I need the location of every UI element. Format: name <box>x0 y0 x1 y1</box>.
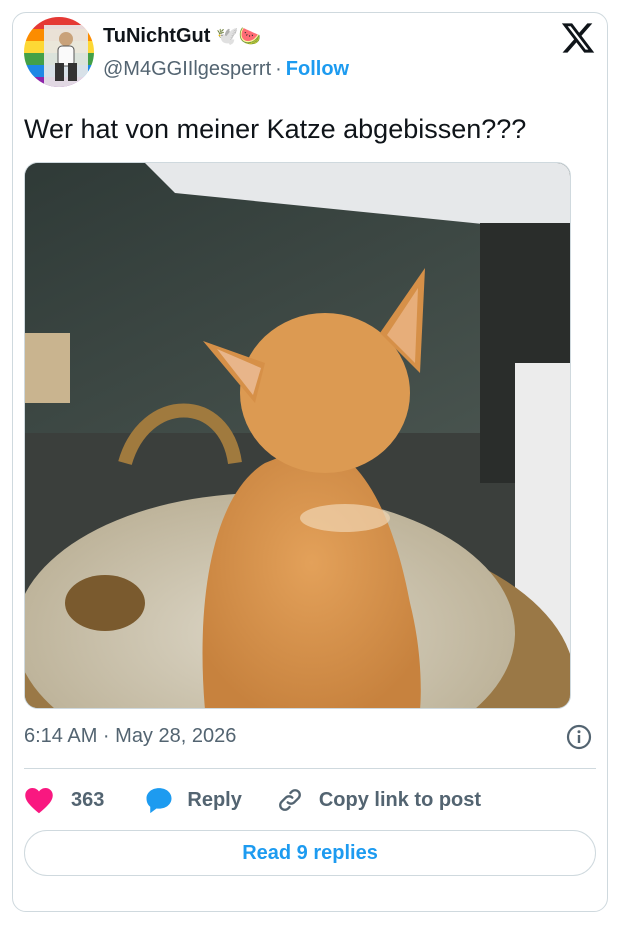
name-emojis: 🕊️🍉 <box>216 26 262 46</box>
follow-link[interactable]: Follow <box>286 58 349 80</box>
like-count: 363 <box>71 788 105 811</box>
reply-label: Reply <box>187 788 242 811</box>
info-icon[interactable] <box>566 724 592 750</box>
copy-link-label: Copy link to post <box>318 788 482 811</box>
tweet-photo[interactable] <box>24 162 571 709</box>
x-logo-icon[interactable] <box>560 20 596 56</box>
heart-icon <box>24 786 54 814</box>
timestamp[interactable]: 6:14 AM · May 28, 2026 <box>24 725 236 748</box>
read-replies-button[interactable]: Read 9 replies <box>24 830 596 876</box>
tweet-text: Wer hat von meiner Katze abgebissen??? <box>24 114 527 144</box>
display-name[interactable]: TuNichtGut 🕊️🍉 <box>103 25 261 48</box>
reply-button[interactable]: Reply <box>144 785 242 815</box>
handle-row: @M4GGIIlgesperrt · Follow <box>103 58 349 81</box>
avatar[interactable] <box>24 17 94 87</box>
action-bar: 363 Reply Copy link to post <box>24 784 481 816</box>
like-button[interactable]: 363 <box>24 786 104 814</box>
separator-dot: · <box>275 58 282 80</box>
link-icon <box>276 786 304 814</box>
read-replies-label: Read 9 replies <box>242 841 378 864</box>
user-handle[interactable]: @M4GGIIlgesperrt <box>103 58 271 80</box>
copy-link-button[interactable]: Copy link to post <box>276 786 481 814</box>
speech-bubble-icon <box>144 785 174 815</box>
divider <box>24 768 596 769</box>
display-name-text: TuNichtGut <box>103 25 211 47</box>
